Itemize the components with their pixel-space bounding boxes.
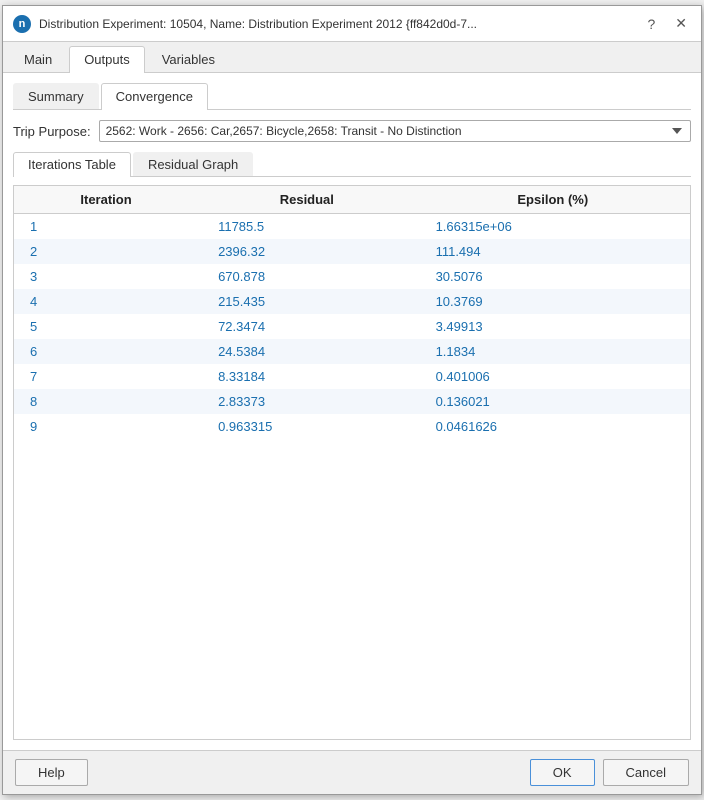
main-window: n Distribution Experiment: 10504, Name: … — [2, 5, 702, 795]
cell-epsilon: 0.0461626 — [416, 414, 690, 439]
cell-epsilon: 10.3769 — [416, 289, 690, 314]
title-bar: n Distribution Experiment: 10504, Name: … — [3, 6, 701, 42]
cell-residual: 72.3474 — [198, 314, 415, 339]
cell-residual: 8.33184 — [198, 364, 415, 389]
tab-variables[interactable]: Variables — [147, 46, 230, 72]
tab-main[interactable]: Main — [9, 46, 67, 72]
iterations-table: Iteration Residual Epsilon (%) 111785.51… — [14, 186, 690, 439]
cell-epsilon: 0.401006 — [416, 364, 690, 389]
table-row: 22396.32111.494 — [14, 239, 690, 264]
cell-residual: 670.878 — [198, 264, 415, 289]
table-row: 90.9633150.0461626 — [14, 414, 690, 439]
col-header-residual: Residual — [198, 186, 415, 214]
tab-convergence[interactable]: Convergence — [101, 83, 208, 110]
tab-iterations-table[interactable]: Iterations Table — [13, 152, 131, 177]
cell-epsilon: 0.136021 — [416, 389, 690, 414]
sub-tab-bar: Summary Convergence — [13, 83, 691, 110]
trip-purpose-row: Trip Purpose: 2562: Work - 2656: Car,265… — [13, 120, 691, 142]
app-icon: n — [13, 15, 31, 33]
cell-residual: 2396.32 — [198, 239, 415, 264]
close-button[interactable]: ✕ — [671, 13, 691, 34]
ok-button[interactable]: OK — [530, 759, 595, 786]
trip-purpose-label: Trip Purpose: — [13, 124, 91, 139]
footer: Help OK Cancel — [3, 750, 701, 794]
cell-iteration: 7 — [14, 364, 198, 389]
title-bar-left: n Distribution Experiment: 10504, Name: … — [13, 15, 477, 33]
help-icon-button[interactable]: ? — [643, 14, 659, 34]
cell-residual: 215.435 — [198, 289, 415, 314]
trip-purpose-select[interactable]: 2562: Work - 2656: Car,2657: Bicycle,265… — [99, 120, 691, 142]
col-header-epsilon: Epsilon (%) — [416, 186, 690, 214]
main-tab-bar: Main Outputs Variables — [3, 42, 701, 73]
cell-residual: 0.963315 — [198, 414, 415, 439]
inner-tab-bar: Iterations Table Residual Graph — [13, 152, 691, 177]
iterations-table-container: Iteration Residual Epsilon (%) 111785.51… — [13, 185, 691, 740]
cell-iteration: 9 — [14, 414, 198, 439]
table-row: 624.53841.1834 — [14, 339, 690, 364]
tab-outputs[interactable]: Outputs — [69, 46, 145, 73]
window-title: Distribution Experiment: 10504, Name: Di… — [39, 17, 477, 31]
table-row: 3670.87830.5076 — [14, 264, 690, 289]
cell-residual: 2.83373 — [198, 389, 415, 414]
table-row: 82.833730.136021 — [14, 389, 690, 414]
tab-residual-graph[interactable]: Residual Graph — [133, 152, 253, 176]
table-row: 78.331840.401006 — [14, 364, 690, 389]
footer-right: OK Cancel — [530, 759, 689, 786]
tab-summary[interactable]: Summary — [13, 83, 99, 109]
title-bar-right: ? ✕ — [643, 13, 691, 34]
cell-iteration: 4 — [14, 289, 198, 314]
cell-iteration: 2 — [14, 239, 198, 264]
table-header-row: Iteration Residual Epsilon (%) — [14, 186, 690, 214]
cell-iteration: 5 — [14, 314, 198, 339]
table-row: 4215.43510.3769 — [14, 289, 690, 314]
cell-iteration: 6 — [14, 339, 198, 364]
cell-residual: 11785.5 — [198, 214, 415, 240]
cell-iteration: 1 — [14, 214, 198, 240]
cell-epsilon: 111.494 — [416, 239, 690, 264]
cell-epsilon: 30.5076 — [416, 264, 690, 289]
table-row: 572.34743.49913 — [14, 314, 690, 339]
help-button[interactable]: Help — [15, 759, 88, 786]
content-area: Summary Convergence Trip Purpose: 2562: … — [3, 73, 701, 750]
cancel-button[interactable]: Cancel — [603, 759, 689, 786]
cell-iteration: 3 — [14, 264, 198, 289]
cell-epsilon: 3.49913 — [416, 314, 690, 339]
col-header-iteration: Iteration — [14, 186, 198, 214]
cell-epsilon: 1.66315e+06 — [416, 214, 690, 240]
cell-residual: 24.5384 — [198, 339, 415, 364]
table-row: 111785.51.66315e+06 — [14, 214, 690, 240]
cell-iteration: 8 — [14, 389, 198, 414]
cell-epsilon: 1.1834 — [416, 339, 690, 364]
